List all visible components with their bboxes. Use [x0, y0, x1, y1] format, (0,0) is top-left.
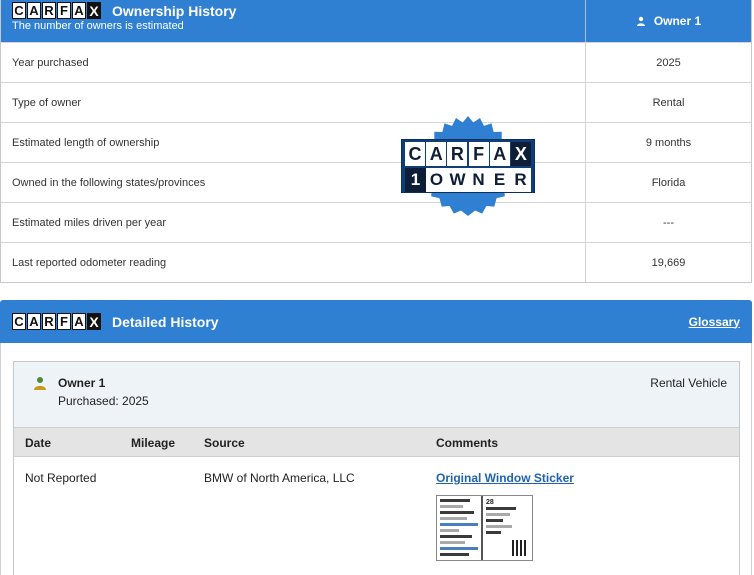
owner-column-header: Owner 1 — [586, 0, 751, 42]
ownership-header: C A R F A X Ownership History The number… — [1, 0, 751, 42]
ownership-row: Estimated length of ownership 9 months — [1, 122, 751, 162]
history-record-row: Not Reported BMW of North America, LLC O… — [14, 457, 739, 575]
ownership-row: Last reported odometer reading 19,669 — [1, 242, 751, 282]
logo-letter: F — [57, 313, 71, 330]
carfax-logo: C A R F A X — [12, 313, 102, 330]
ownership-header-left: C A R F A X Ownership History The number… — [1, 0, 586, 42]
row-value: 2025 — [656, 56, 681, 69]
sticker-right-panel: 28 — [483, 496, 532, 560]
logo-letter: X — [87, 313, 101, 330]
badge-letter: A — [489, 142, 510, 166]
history-column-headers: Date Mileage Source Comments — [14, 427, 739, 457]
ownership-row: Year purchased 2025 — [1, 42, 751, 82]
col-source: Source — [204, 436, 245, 450]
badge-letter: W — [447, 168, 468, 192]
col-mileage: Mileage — [131, 436, 176, 450]
detailed-history-header: C A R F A X Detailed History Glossary — [0, 300, 752, 343]
logo-letter: A — [27, 313, 41, 330]
logo-letter: A — [72, 313, 86, 330]
carfax-logo: C A R F A X — [12, 2, 102, 19]
logo-letter: C — [12, 313, 26, 330]
ownership-row: Type of owner Rental — [1, 82, 751, 122]
qr-code-icon — [512, 540, 528, 556]
badge-letter: R — [447, 142, 468, 166]
row-value: Florida — [651, 176, 686, 189]
badge-letter: X — [510, 142, 531, 166]
owner-name: Owner 1 — [58, 376, 106, 390]
badge-letter: 1 — [405, 168, 426, 192]
owner-column-label: Owner 1 — [653, 14, 702, 28]
logo-letter: R — [42, 313, 56, 330]
badge-row-owner: 1 O W N E R — [405, 168, 531, 192]
logo-letter: C — [12, 2, 26, 19]
row-label: Year purchased — [1, 43, 586, 82]
window-sticker-link[interactable]: Original Window Sticker — [436, 471, 574, 485]
ownership-title: Ownership History — [112, 2, 237, 19]
badge-letter: E — [489, 168, 510, 192]
badge-letter: R — [510, 168, 531, 192]
row-value: --- — [663, 216, 674, 229]
badge-letter: C — [405, 142, 425, 166]
logo-letter: X — [87, 2, 101, 19]
ownership-subtitle: The number of owners is estimated — [12, 20, 184, 32]
col-date: Date — [25, 436, 52, 450]
person-icon — [34, 377, 46, 390]
sticker-left-panel — [437, 496, 483, 560]
ownership-row: Estimated miles driven per year --- — [1, 202, 751, 242]
ownership-history-table: C A R F A X Ownership History The number… — [0, 0, 752, 283]
badge-letter: N — [468, 168, 489, 192]
glossary-link[interactable]: Glossary — [689, 315, 740, 329]
person-icon — [636, 16, 645, 26]
logo-letter: A — [27, 2, 41, 19]
one-owner-badge: C A R F A X 1 O W N E R — [398, 116, 538, 216]
owner-type: Rental Vehicle — [650, 376, 727, 390]
record-source: BMW of North America, LLC — [204, 471, 355, 485]
badge-plate: C A R F A X 1 O W N E R — [401, 139, 535, 193]
logo-letter: A — [72, 2, 86, 19]
ownership-row: Owned in the following states/provinces … — [1, 162, 751, 202]
badge-letter: A — [426, 142, 447, 166]
row-value: 19,669 — [651, 256, 686, 269]
badge-letter: F — [468, 142, 489, 166]
logo-letter: F — [57, 2, 71, 19]
sticker-price-text: 28 — [486, 499, 494, 506]
owner-purchased: Purchased: 2025 — [58, 394, 149, 408]
detailed-history-title: Detailed History — [112, 313, 219, 330]
owner-card: Owner 1 Purchased: 2025 Rental Vehicle D… — [13, 361, 740, 575]
row-value: 9 months — [645, 136, 692, 149]
owner-card-header: Owner 1 Purchased: 2025 Rental Vehicle — [14, 362, 739, 427]
window-sticker-thumbnail[interactable]: 28 — [436, 495, 533, 561]
badge-letter: O — [426, 168, 447, 192]
logo-letter: R — [42, 2, 56, 19]
badge-row-carfax: C A R F A X — [405, 142, 531, 166]
row-label: Last reported odometer reading — [1, 243, 586, 282]
record-date: Not Reported — [25, 471, 97, 485]
row-value: Rental — [652, 96, 685, 109]
detailed-history-panel: Owner 1 Purchased: 2025 Rental Vehicle D… — [0, 343, 752, 575]
col-comments: Comments — [436, 436, 499, 450]
